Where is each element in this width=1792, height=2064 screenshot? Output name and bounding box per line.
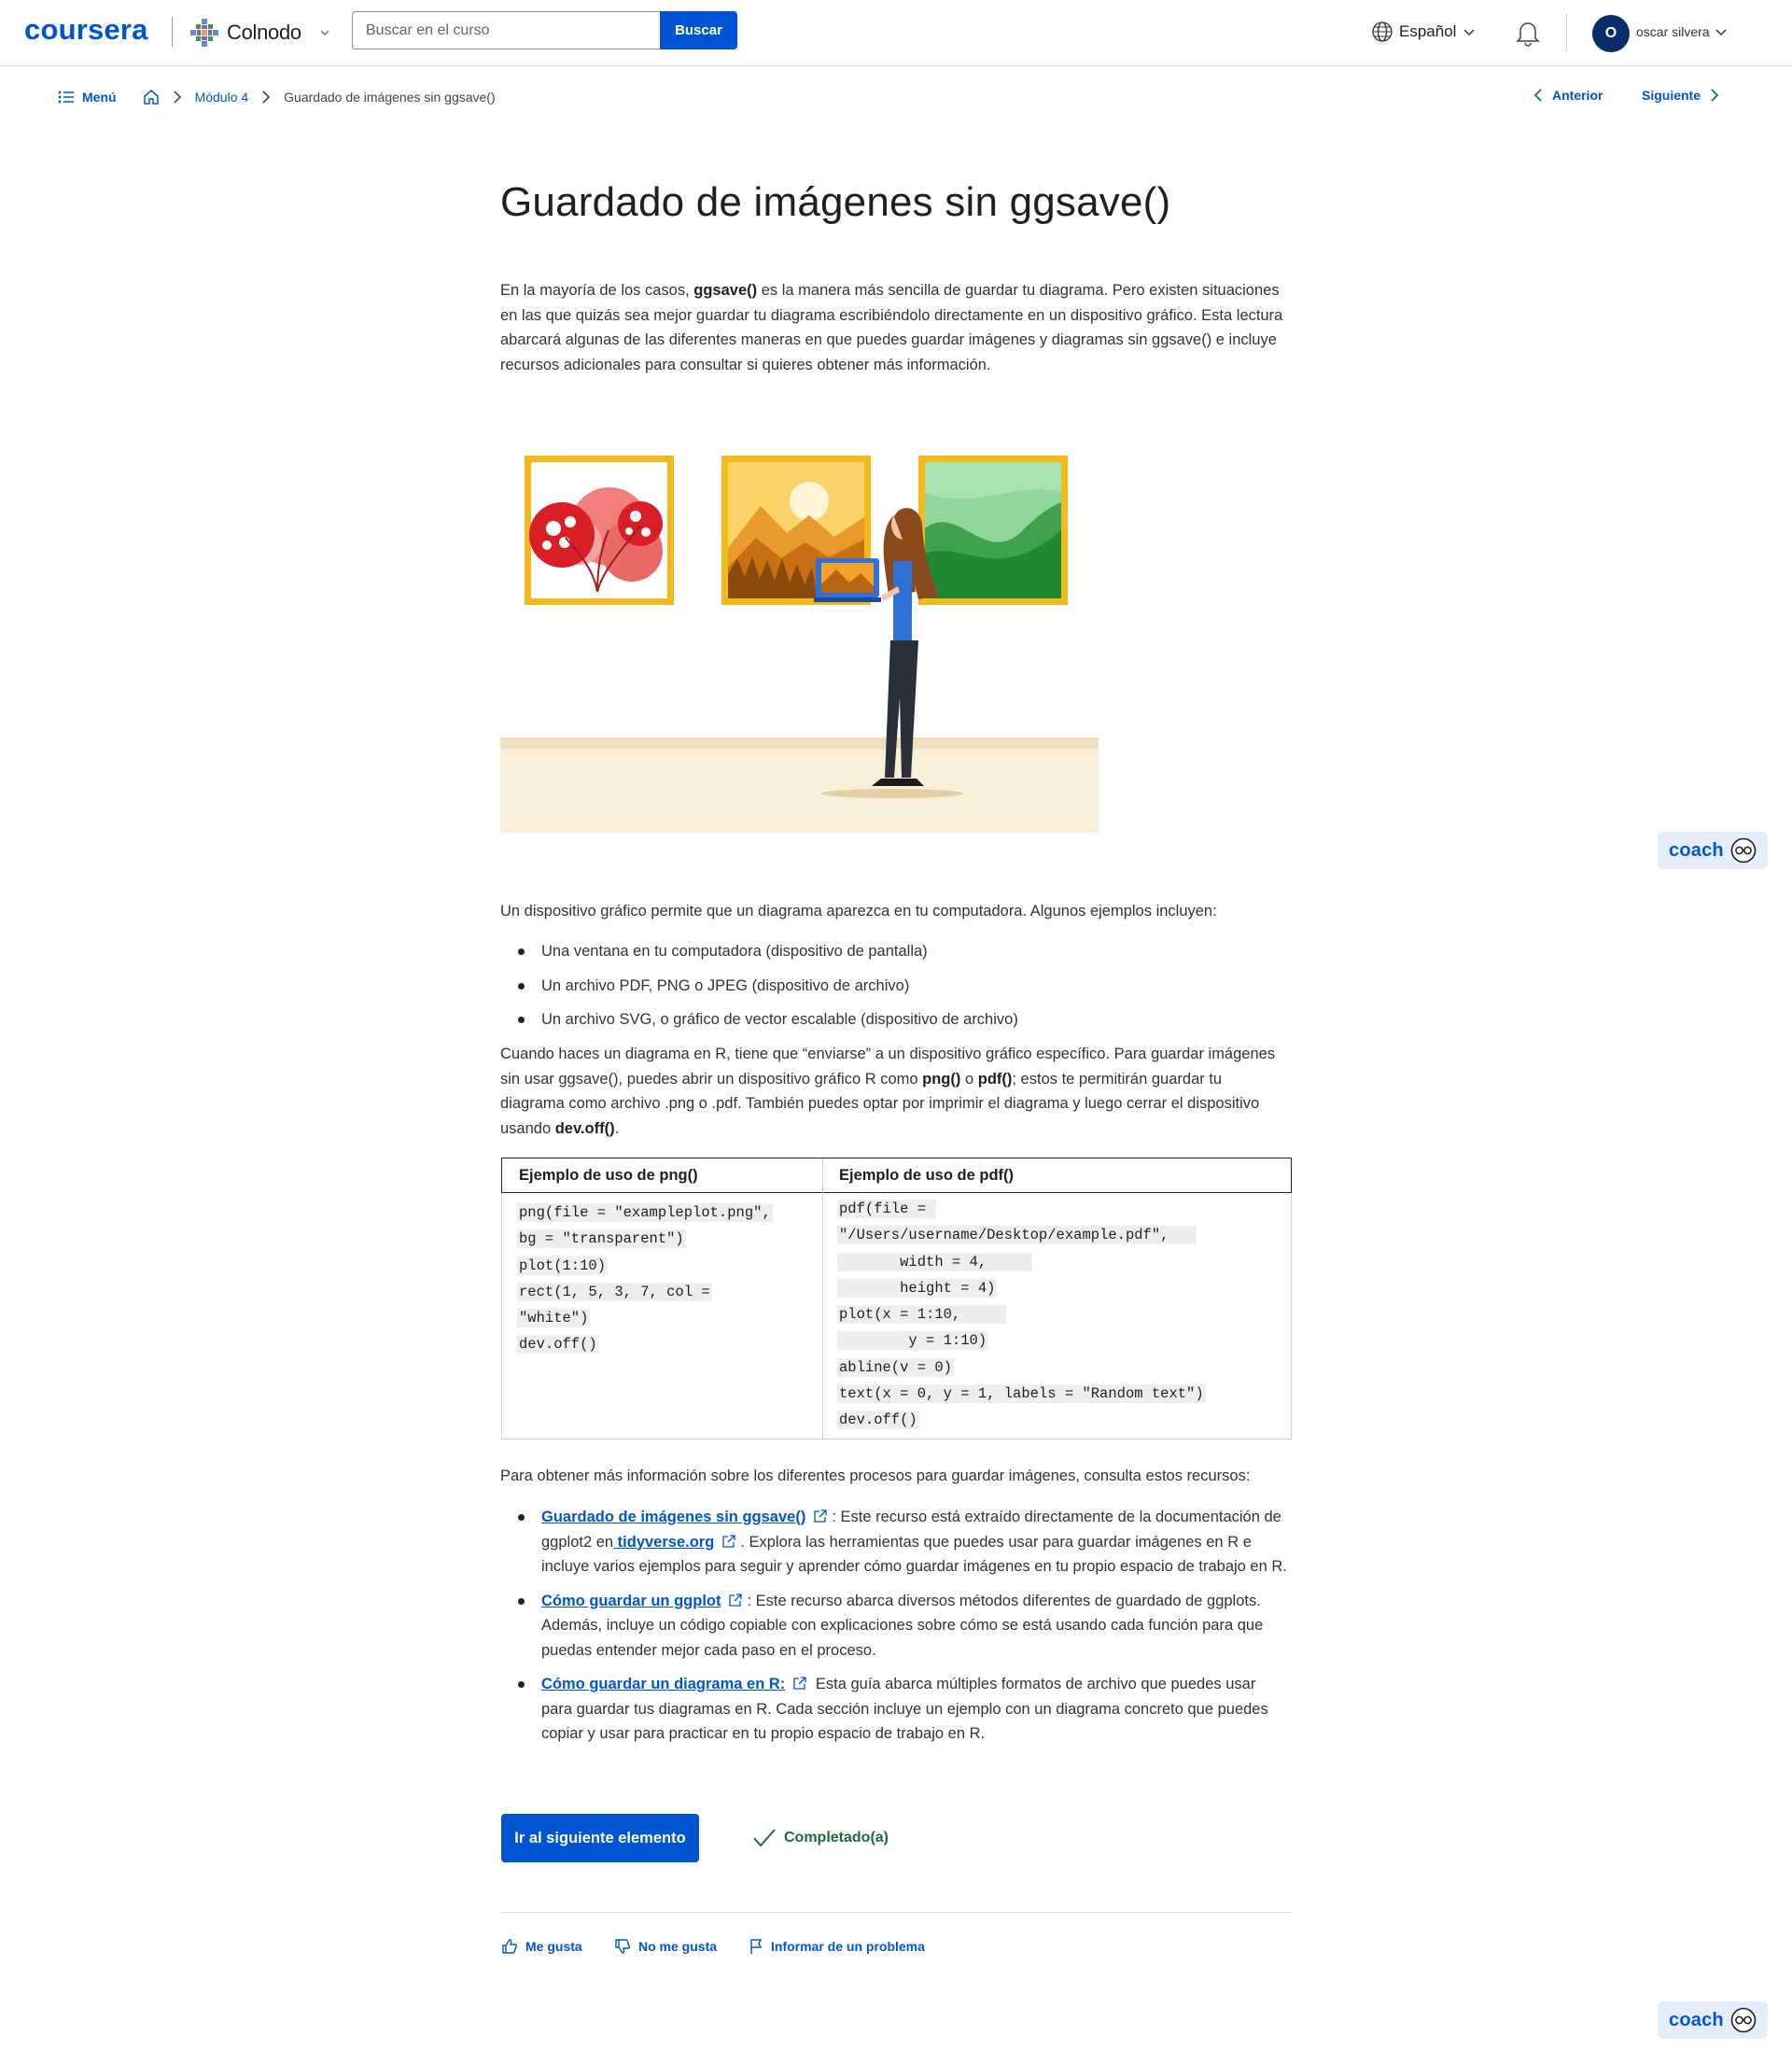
menu-label: Menú bbox=[82, 90, 117, 105]
username[interactable]: oscar silvera bbox=[1636, 24, 1710, 39]
coach-glasses-icon bbox=[1730, 837, 1757, 864]
dislike-button[interactable]: No me gusta bbox=[614, 1938, 717, 1955]
chevron-right-icon bbox=[262, 91, 271, 104]
resource-link-tidyverse[interactable]: tidyverse.org bbox=[613, 1534, 715, 1551]
previous-item-link[interactable]: Anterior bbox=[1533, 88, 1603, 103]
coach-label: coach bbox=[1669, 2009, 1724, 2030]
code-line: "/Users/username/Desktop/example.pdf", bbox=[837, 1226, 1197, 1245]
coach-button[interactable]: coach bbox=[1658, 2001, 1768, 2039]
page-title: Guardado de imágenes sin ggsave() bbox=[500, 179, 1171, 225]
pdf-example-header: Ejemplo de uso de pdf() bbox=[839, 1167, 1015, 1184]
chevron-down-icon bbox=[320, 30, 329, 36]
completed-status: Completado(a) bbox=[752, 1828, 889, 1848]
logo-divider bbox=[172, 17, 173, 47]
dislike-label: No me gusta bbox=[638, 1939, 718, 1954]
graphics-device-paragraph: Cuando haces un diagrama en R, tiene que… bbox=[500, 1046, 1276, 1137]
like-button[interactable]: Me gusta bbox=[501, 1938, 582, 1955]
code-examples-table: Ejemplo de uso de png() Ejemplo de uso d… bbox=[501, 1158, 1292, 1439]
menu-toggle[interactable]: Menú bbox=[58, 90, 117, 105]
like-label: Me gusta bbox=[525, 1939, 582, 1954]
list-item: Un archivo SVG, o gráfico de vector esca… bbox=[500, 1008, 1290, 1043]
resource-link-ggsave[interactable]: Guardado de imágenes sin ggsave() bbox=[541, 1509, 805, 1525]
breadcrumb-module-link[interactable]: Módulo 4 bbox=[195, 90, 249, 105]
search-input[interactable] bbox=[352, 11, 660, 49]
coach-button[interactable]: coach bbox=[1658, 832, 1768, 869]
code-line: plot(1:10) bbox=[517, 1256, 609, 1275]
png-example-header: Ejemplo de uso de png() bbox=[519, 1167, 698, 1184]
footer-divider bbox=[501, 1912, 1292, 1913]
top-header: coursera Colnodo Buscar Español O oscar … bbox=[0, 0, 1792, 66]
external-link-icon bbox=[793, 1677, 806, 1690]
resources-list: Guardado de imágenes sin ggsave(): Este … bbox=[500, 1505, 1290, 1756]
completed-label: Completado(a) bbox=[784, 1830, 889, 1846]
device-examples-list: Una ventana en tu computadora (dispositi… bbox=[500, 940, 1290, 1043]
coursera-logo[interactable]: coursera bbox=[24, 13, 148, 47]
chevron-right-icon bbox=[173, 91, 181, 104]
resource-link-save-ggplot[interactable]: Cómo guardar un ggplot bbox=[541, 1593, 721, 1609]
report-label: Informar de un problema bbox=[771, 1939, 925, 1954]
code-line: y = 1:10) bbox=[837, 1331, 989, 1351]
png-code-block[interactable]: png(file = "exampleplot.png", bg = "tran… bbox=[517, 1200, 773, 1358]
code-line: bg = "transparent") bbox=[517, 1229, 686, 1249]
avatar[interactable]: O bbox=[1592, 15, 1630, 52]
partner-name: Colnodo bbox=[227, 21, 301, 44]
coach-label: coach bbox=[1669, 839, 1724, 861]
next-item-button[interactable]: Ir al siguiente elemento bbox=[501, 1814, 699, 1862]
next-label: Siguiente bbox=[1642, 88, 1701, 103]
globe-icon bbox=[1372, 21, 1393, 42]
gallery-illustration bbox=[500, 456, 1099, 833]
code-line: dev.off() bbox=[837, 1411, 919, 1430]
resource-item: Guardado de imágenes sin ggsave(): Este … bbox=[500, 1505, 1290, 1580]
code-line: plot(x = 1:10, bbox=[837, 1305, 1006, 1325]
code-line: height = 4) bbox=[837, 1278, 998, 1298]
header-divider bbox=[1566, 13, 1567, 52]
column-divider bbox=[822, 1158, 823, 1439]
resource-item: Cómo guardar un diagrama en R: Esta guía… bbox=[500, 1672, 1290, 1747]
breadcrumb: Menú Módulo 4 Guardado de imágenes sin g… bbox=[58, 88, 496, 106]
previous-label: Anterior bbox=[1552, 88, 1603, 103]
intro-paragraph: En la mayoría de los casos, ggsave() es … bbox=[500, 282, 1283, 373]
coach-glasses-icon bbox=[1730, 2007, 1757, 2033]
breadcrumb-current: Guardado de imágenes sin ggsave() bbox=[284, 90, 496, 105]
code-line: abline(v = 0) bbox=[837, 1357, 954, 1377]
thumbs-up-icon bbox=[502, 1939, 518, 1954]
language-label: Español bbox=[1399, 22, 1457, 40]
partner-switcher[interactable]: Colnodo bbox=[189, 17, 331, 49]
device-intro: Un dispositivo gráfico permite que un di… bbox=[500, 903, 1217, 920]
colnodo-logo-icon bbox=[190, 19, 218, 47]
chevron-down-icon[interactable] bbox=[1714, 24, 1729, 39]
thumbs-down-icon bbox=[615, 1939, 631, 1954]
search-button[interactable]: Buscar bbox=[660, 11, 737, 49]
checkmark-icon bbox=[753, 1829, 776, 1847]
code-line: png(file = "exampleplot.png", bbox=[517, 1203, 773, 1222]
list-item: Una ventana en tu computadora (dispositi… bbox=[500, 940, 1290, 975]
flag-icon bbox=[750, 1939, 763, 1954]
chevron-right-icon bbox=[1711, 89, 1719, 102]
code-line: text(x = 0, y = 1, labels = "Random text… bbox=[837, 1384, 1206, 1404]
code-line: dev.off() bbox=[517, 1335, 599, 1355]
external-link-icon bbox=[729, 1593, 743, 1607]
resource-item: Cómo guardar un ggplot: Este recurso aba… bbox=[500, 1589, 1290, 1664]
report-problem-button[interactable]: Informar de un problema bbox=[749, 1938, 925, 1955]
resource-link-save-plot-r[interactable]: Cómo guardar un diagrama en R: bbox=[541, 1676, 785, 1692]
external-link-icon bbox=[814, 1509, 827, 1523]
home-icon[interactable] bbox=[143, 89, 160, 105]
external-link-icon bbox=[722, 1534, 735, 1548]
notifications-bell-icon[interactable] bbox=[1515, 19, 1541, 47]
chevron-left-icon bbox=[1533, 89, 1542, 102]
code-line: rect(1, 5, 3, 7, col = bbox=[517, 1282, 712, 1301]
code-line: "white") bbox=[517, 1309, 591, 1328]
list-menu-icon bbox=[58, 91, 74, 104]
chevron-down-icon bbox=[1463, 29, 1475, 36]
resources-intro: Para obtener más información sobre los d… bbox=[500, 1467, 1251, 1484]
code-line: pdf(file = bbox=[837, 1200, 937, 1218]
list-item: Un archivo PDF, PNG o JPEG (dispositivo … bbox=[500, 975, 1290, 1009]
pdf-code-block[interactable]: pdf(file = "/Users/username/Desktop/exam… bbox=[837, 1196, 1206, 1434]
language-selector[interactable]: Español bbox=[1371, 21, 1477, 43]
code-line: width = 4, bbox=[837, 1252, 1032, 1271]
next-item-link[interactable]: Siguiente bbox=[1642, 88, 1719, 103]
